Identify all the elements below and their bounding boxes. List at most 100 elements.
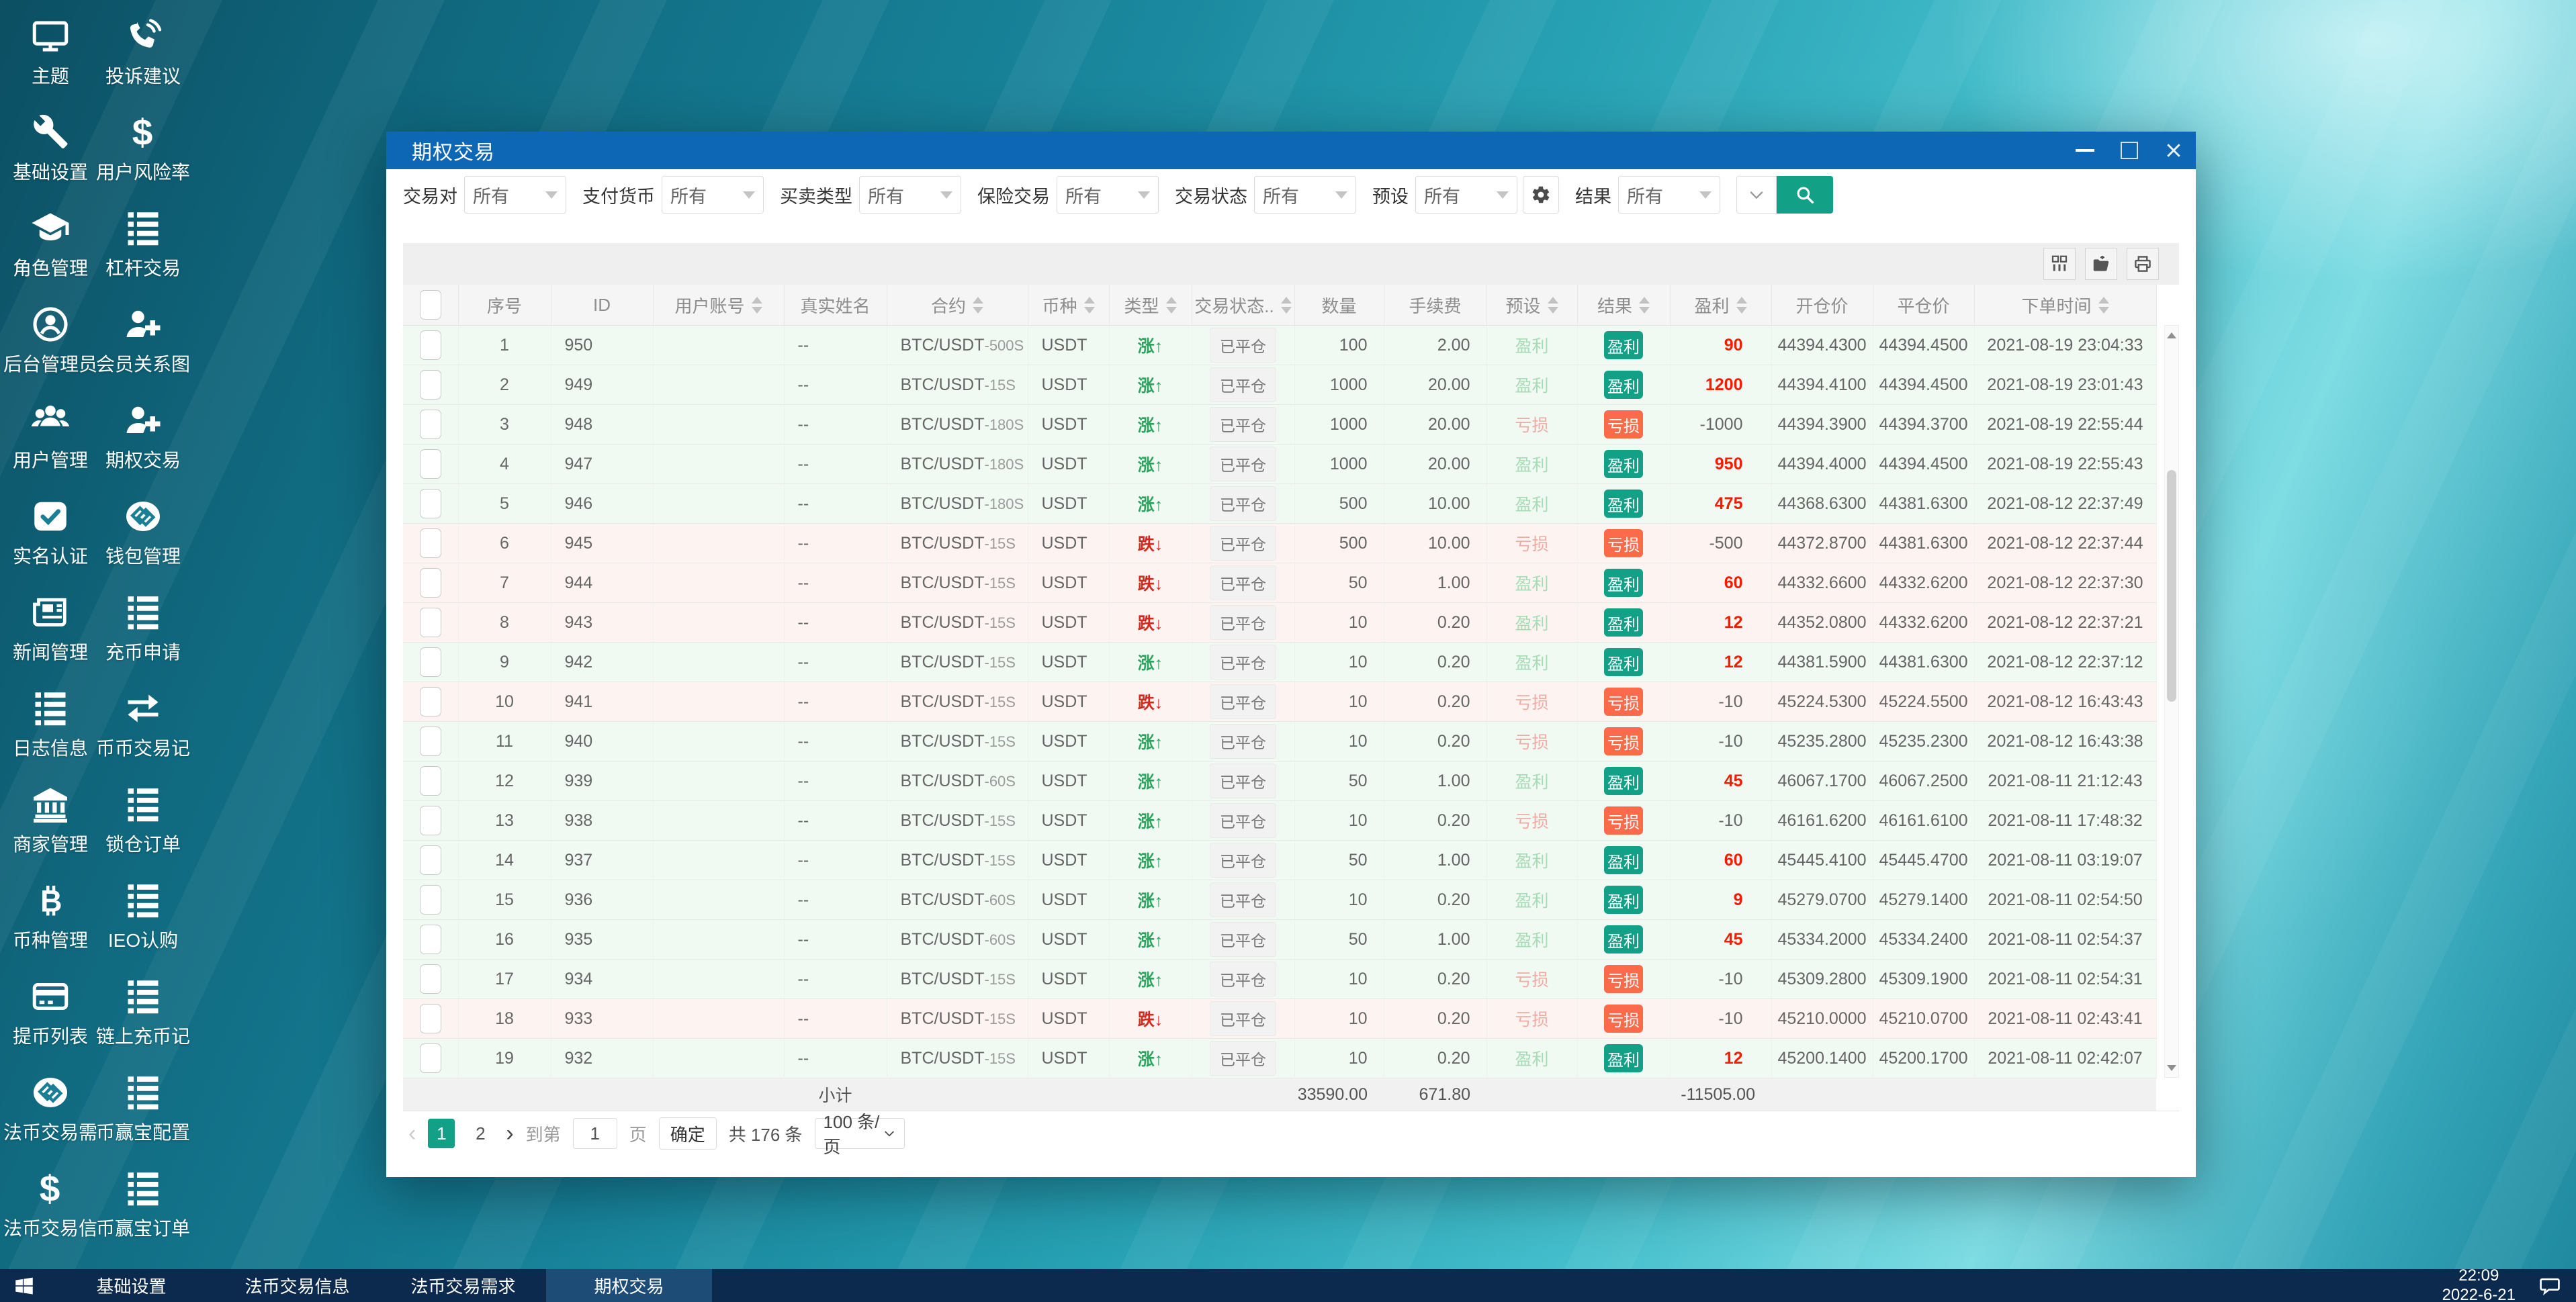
desktop-icon-15[interactable]: 日志信息 [4,680,97,776]
desktop-icon-25[interactable]: $ 法币交易信 [3,1160,97,1256]
scrollbar-thumb[interactable] [2167,470,2176,702]
column-header-contract[interactable]: 合约 [887,285,1028,326]
row-checkbox[interactable] [419,964,441,994]
desktop-icon-9[interactable]: 用户管理 [4,392,97,488]
sort-icon[interactable] [1736,296,1747,314]
sort-icon[interactable] [1165,296,1177,314]
row-checkbox[interactable] [419,489,441,518]
filter-select-2[interactable]: 所有 [662,176,764,214]
select-all-checkbox[interactable] [419,290,441,320]
sort-icon[interactable] [1083,296,1095,314]
row-checkbox[interactable] [419,1004,441,1033]
close-button[interactable] [2151,132,2196,169]
desktop-icon-23[interactable]: 法币交易需 [3,1064,97,1160]
row-checkbox[interactable] [419,528,441,558]
row-checkbox[interactable] [419,608,441,637]
filter-select-1[interactable]: 所有 [464,176,566,214]
row-checkbox[interactable] [419,727,441,756]
filter-select-6[interactable]: 所有 [1415,176,1517,214]
row-checkbox[interactable] [419,925,441,954]
row-checkbox[interactable] [419,330,441,360]
sort-icon[interactable] [1547,296,1558,314]
row-checkbox[interactable] [419,410,441,439]
desktop-icon-2[interactable]: 投诉建议 [97,8,189,104]
sort-icon[interactable] [751,296,762,314]
toolbar-print-button[interactable] [2127,248,2159,280]
desktop-icon-24[interactable]: 币赢宝配置 [96,1064,190,1160]
row-checkbox[interactable] [419,885,441,915]
desktop-icon-16[interactable]: 币币交易记 [96,680,190,776]
desktop-icon-3[interactable]: 基础设置 [4,104,97,200]
minimize-button[interactable] [2063,132,2107,169]
sort-icon[interactable] [2098,296,2109,314]
column-header-type[interactable]: 类型 [1109,285,1192,326]
desktop-icon-7[interactable]: 后台管理员 [3,296,97,392]
desktop-icon-11[interactable]: 实名认证 [4,488,97,584]
cell-close: 46067.2500 [1873,761,1975,801]
desktop-icon-1[interactable]: 主题 [4,8,97,104]
page-size-select[interactable]: 100 条/页 [814,1112,905,1157]
desktop-icon-19[interactable]: B 币种管理 [4,872,97,968]
filter-select-3[interactable]: 所有 [859,176,961,214]
page-number-1[interactable]: 1 [428,1119,455,1148]
row-checkbox[interactable] [419,766,441,796]
column-header-result[interactable]: 结果 [1577,285,1671,326]
row-checkbox[interactable] [419,687,441,716]
row-checkbox[interactable] [419,370,441,400]
filter-select-4[interactable]: 所有 [1057,176,1159,214]
sort-icon[interactable] [973,296,983,314]
sort-icon[interactable] [1639,296,1650,314]
desktop-icon-17[interactable]: 商家管理 [4,776,97,872]
taskbar-item-3[interactable]: 法币交易需求 [380,1269,546,1302]
row-checkbox[interactable] [419,647,441,677]
desktop-icon-8[interactable]: 会员关系图 [96,296,190,392]
desktop-icon-20[interactable]: IEO认购 [97,872,189,968]
row-checkbox[interactable] [419,806,441,835]
confirm-button[interactable]: 确定 [658,1117,717,1150]
maximize-button[interactable] [2107,132,2151,169]
taskbar-item-2[interactable]: 法币交易信息 [214,1269,380,1302]
prev-page-button[interactable]: ‹ [408,1122,416,1145]
desktop-icon-12[interactable]: 钱包管理 [97,488,189,584]
taskbar-item-4[interactable]: 期权交易 [546,1269,712,1302]
column-header-preset[interactable]: 预设 [1486,285,1578,326]
desktop-icon-26[interactable]: 币赢宝订单 [96,1160,190,1256]
column-header-profit[interactable]: 盈利 [1670,285,1772,326]
sort-icon[interactable] [1280,296,1292,314]
page-number-2[interactable]: 2 [467,1119,494,1148]
scroll-down-icon[interactable] [2165,1060,2178,1076]
row-checkbox[interactable] [419,449,441,479]
filter-settings-button[interactable] [1523,176,1559,214]
toolbar-export-button[interactable] [2085,248,2117,280]
taskbar-item-1[interactable]: 基础设置 [48,1269,214,1302]
goto-page-input[interactable] [572,1118,617,1149]
notification-bubble-button[interactable] [2538,1274,2561,1297]
desktop-icon-13[interactable]: 新闻管理 [4,584,97,680]
row-checkbox[interactable] [419,1043,441,1073]
desktop-icon-14[interactable]: 充币申请 [97,584,189,680]
desktop-icon-21[interactable]: 提币列表 [4,968,97,1064]
column-header-time[interactable]: 下单时间 [1974,285,2157,326]
desktop-icon-10[interactable]: 期权交易 [97,392,189,488]
start-button[interactable] [0,1269,48,1302]
row-checkbox[interactable] [419,568,441,598]
column-header-coin[interactable]: 币种 [1028,285,1110,326]
desktop-icon-5[interactable]: 角色管理 [4,200,97,296]
toolbar-columns-button[interactable] [2043,248,2076,280]
column-header-account[interactable]: 用户账号 [653,285,785,326]
table-scrollbar[interactable] [2164,325,2179,1078]
desktop-icon-18[interactable]: 锁仓订单 [97,776,189,872]
next-page-button[interactable]: › [506,1122,513,1145]
search-dropdown-toggle[interactable] [1736,176,1777,214]
desktop-icon-6[interactable]: 杠杆交易 [97,200,189,296]
window-titlebar[interactable]: 期权交易 [386,132,2196,169]
row-checkbox[interactable] [419,845,441,875]
search-button[interactable] [1777,176,1833,214]
desktop-icon-4[interactable]: $ 用户风险率 [96,104,190,200]
desktop-icon-22[interactable]: 链上充币记 [96,968,190,1064]
filter-select-5[interactable]: 所有 [1254,176,1356,214]
column-header-status[interactable]: 交易状态.. [1192,285,1295,326]
filter-select-7[interactable]: 所有 [1618,176,1720,214]
taskbar-clock[interactable]: 22:09 2022-6-21 [2442,1266,2516,1302]
scroll-up-icon[interactable] [2165,327,2178,343]
